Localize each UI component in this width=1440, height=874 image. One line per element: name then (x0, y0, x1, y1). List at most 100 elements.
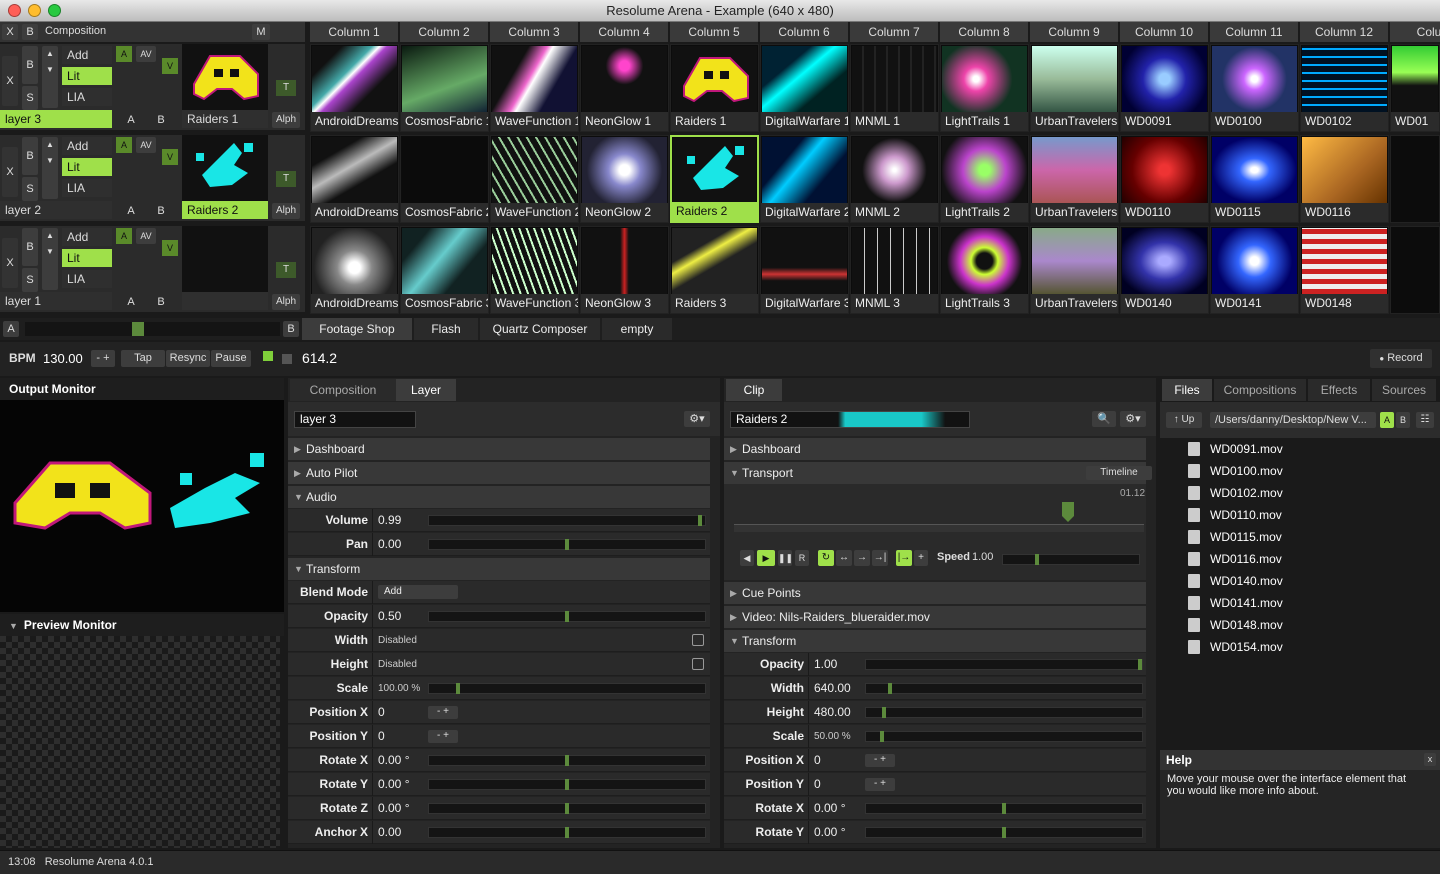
file-item[interactable]: WD0140.mov (1188, 570, 1283, 592)
preview-monitor-header[interactable]: ▼ Preview Monitor (0, 614, 284, 636)
column-header[interactable]: Column 5 (670, 22, 759, 42)
clip-slot[interactable]: LightTrails 3 (940, 226, 1029, 314)
slider-knob[interactable] (1002, 803, 1006, 814)
tab-composition[interactable]: Composition (290, 379, 396, 401)
file-item[interactable]: WD0115.mov (1188, 526, 1282, 548)
pause-button[interactable]: Pause (211, 350, 251, 367)
column-header[interactable]: Column 6 (760, 22, 849, 42)
layer-clear-button[interactable]: X (2, 147, 18, 197)
property-slider[interactable] (428, 803, 706, 814)
clip-slot[interactable]: WD0110 (1120, 135, 1209, 223)
layer-lia-mode[interactable]: LIA (62, 179, 112, 197)
column-header[interactable]: Column 7 (850, 22, 939, 42)
clip-slot[interactable]: Raiders 3 (670, 226, 759, 314)
clip-slot[interactable]: WD01 (1390, 44, 1440, 132)
enable-checkbox[interactable] (692, 658, 704, 670)
column-header[interactable]: Column 2 (400, 22, 489, 42)
clip-dashboard-header[interactable]: ▶ Dashboard (724, 438, 1146, 460)
property-value[interactable]: Disabled (378, 653, 417, 676)
layer-a-toggle[interactable]: A (116, 228, 132, 244)
clip-slot[interactable] (1390, 226, 1440, 314)
column-header[interactable]: Column 1 (310, 22, 399, 42)
clip-slot[interactable]: WD0115 (1210, 135, 1299, 223)
column-header[interactable]: Column 9 (1030, 22, 1119, 42)
clip-slot[interactable]: UrbanTravelers 2 (1030, 135, 1119, 223)
property-value[interactable]: 480.00 (814, 701, 851, 724)
slider-knob[interactable] (456, 683, 460, 694)
property-value[interactable]: Add (378, 585, 458, 599)
column-header[interactable]: Column 8 (940, 22, 1029, 42)
slider-knob[interactable] (565, 755, 569, 766)
property-value[interactable]: 0.50 (378, 605, 401, 628)
speed-slider-knob[interactable] (1035, 554, 1039, 565)
layer-v-button[interactable]: V (162, 149, 178, 165)
layer-bypass-button[interactable]: B (22, 46, 38, 84)
slider-knob[interactable] (565, 539, 569, 550)
bpm-plus[interactable]: + (103, 352, 109, 364)
play-once-icon[interactable]: → (854, 550, 870, 566)
position-stepper[interactable]: - + (865, 754, 895, 767)
layer-opacity-arrows-icon[interactable]: ▲ ▼ (42, 137, 58, 199)
clip-slot[interactable]: NeonGlow 2 (580, 135, 669, 223)
layer-name[interactable]: layer 1 (0, 292, 112, 310)
clip-slot[interactable]: WD0148 (1300, 226, 1389, 314)
clip-slot[interactable]: WaveFunction 3 (490, 226, 579, 314)
layer-bypass-button[interactable]: B (22, 228, 38, 266)
clip-slot[interactable]: CosmosFabric 3 (400, 226, 489, 314)
column-header[interactable]: Colum (1390, 22, 1440, 42)
play-forward-icon[interactable]: ▶ (757, 550, 775, 566)
position-stepper[interactable]: - + (428, 706, 458, 719)
close-window-button[interactable] (8, 4, 21, 17)
property-value[interactable]: 0.00 (378, 533, 401, 556)
speed-slider[interactable] (1002, 554, 1140, 565)
clip-slot[interactable]: Raiders 2 (670, 135, 759, 223)
timeline-mode-dropdown[interactable]: Timeline (1086, 466, 1152, 480)
browser-tab[interactable]: Effects (1308, 379, 1370, 401)
layer-v-button[interactable]: V (162, 58, 178, 74)
property-value[interactable]: 0.00 ° (378, 797, 410, 820)
position-stepper[interactable]: - + (428, 730, 458, 743)
column-header[interactable]: Column 11 (1210, 22, 1299, 42)
browser-tab[interactable]: Compositions (1214, 379, 1306, 401)
layer-crossfade-a-button[interactable]: A (122, 112, 140, 128)
minimize-window-button[interactable] (28, 4, 41, 17)
tab-clip[interactable]: Clip (726, 379, 782, 401)
property-value[interactable]: 0.00 ° (378, 773, 410, 796)
layer-crossfade-b-button[interactable]: B (152, 203, 170, 219)
layer-lit-mode[interactable]: Lit (62, 158, 112, 176)
layer-a-toggle[interactable]: A (116, 46, 132, 62)
slider-knob[interactable] (698, 515, 702, 526)
clip-slot[interactable] (1390, 135, 1440, 223)
property-value[interactable]: 0.00 ° (814, 821, 846, 844)
property-slider[interactable] (865, 683, 1143, 694)
bpm-minus[interactable]: - (96, 352, 100, 364)
slider-knob[interactable] (880, 731, 884, 742)
slider-knob[interactable] (565, 611, 569, 622)
property-slider[interactable] (428, 779, 706, 790)
layer-transform-header[interactable]: ▼ Transform (288, 558, 710, 580)
property-slider[interactable] (428, 755, 706, 766)
layer-lia-mode[interactable]: LIA (62, 270, 112, 288)
clip-slot[interactable]: WaveFunction 2 (490, 135, 579, 223)
layer-a-toggle[interactable]: A (116, 137, 132, 153)
clip-slot[interactable]: CosmosFabric 2 (400, 135, 489, 223)
property-slider[interactable] (428, 683, 706, 694)
tab-layer[interactable]: Layer (396, 379, 456, 401)
layer-av-button[interactable]: AV (136, 228, 156, 244)
property-value[interactable]: Disabled (378, 629, 417, 652)
crossfader-slider[interactable] (25, 322, 280, 336)
clip-slot[interactable]: AndroidDreams 2 (310, 135, 399, 223)
layer-crossfade-a-button[interactable]: A (122, 294, 140, 310)
property-slider[interactable] (865, 827, 1143, 838)
slider-knob[interactable] (1138, 659, 1142, 670)
browser-path-dropdown[interactable]: /Users/danny/Desktop/New V... (1210, 412, 1376, 428)
clip-slot[interactable]: MNML 1 (850, 44, 939, 132)
layer-av-button[interactable]: AV (136, 46, 156, 62)
column-header[interactable]: Column 3 (490, 22, 579, 42)
layer-opacity-arrows-icon[interactable]: ▲ ▼ (42, 228, 58, 290)
browser-view-toggle-icon[interactable]: ☷ (1416, 412, 1434, 428)
video-header[interactable]: ▶ Video: Nils-Raiders_blueraider.mov (724, 606, 1146, 628)
deck-tab[interactable]: Flash (414, 318, 478, 340)
layer-blend-mode[interactable]: Add (62, 46, 112, 64)
composition-bypass-button[interactable]: B (22, 24, 38, 40)
